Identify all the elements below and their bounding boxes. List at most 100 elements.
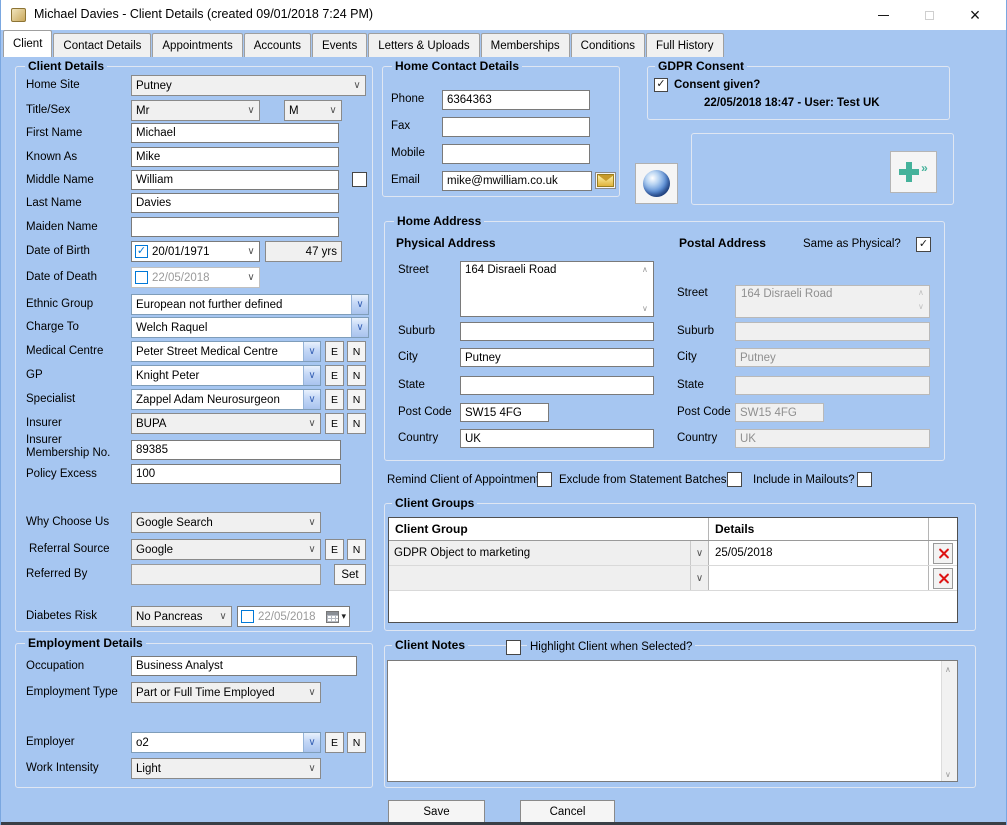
client-group-select[interactable]: ∨ (389, 566, 708, 590)
physical-city-input[interactable] (460, 348, 654, 367)
insurer-label: Insurer (26, 417, 62, 429)
maximize-button[interactable] (906, 0, 952, 30)
tab-letters-uploads[interactable]: Letters & Uploads (368, 33, 479, 57)
why-choose-us-select[interactable]: Google Search∨ (131, 512, 321, 533)
tab-memberships[interactable]: Memberships (481, 33, 570, 57)
fax-input[interactable] (442, 117, 590, 137)
add-membership-button[interactable]: » (890, 151, 937, 193)
client-group-select[interactable]: GDPR Object to marketing ∨ (389, 541, 708, 565)
email-input[interactable] (442, 171, 592, 191)
occupation-input[interactable] (131, 656, 357, 676)
date-of-birth-picker[interactable]: 20/01/1971 ∨ (131, 241, 260, 262)
referred-by-set-button[interactable]: Set (334, 564, 366, 585)
insurer-edit-button[interactable]: E (325, 413, 344, 434)
scroll-up-icon[interactable]: ∧ (945, 666, 951, 674)
charge-to-select[interactable]: Welch Raquel∨ (131, 317, 369, 338)
client-notes-input[interactable] (387, 660, 958, 782)
delete-row-button[interactable] (933, 543, 953, 564)
delete-x-icon (938, 573, 949, 584)
highlight-client-checkbox[interactable] (506, 640, 521, 655)
medical-centre-edit-button[interactable]: E (325, 341, 344, 362)
phone-input[interactable] (442, 90, 590, 110)
cancel-button[interactable]: Cancel (520, 800, 615, 823)
maiden-name-input[interactable] (131, 217, 339, 237)
gp-select[interactable]: Knight Peter∨ (131, 365, 321, 386)
referral-source-edit-button[interactable]: E (325, 539, 344, 560)
tab-full-history[interactable]: Full History (646, 33, 724, 57)
date-of-birth-checkbox[interactable] (135, 245, 148, 258)
same-as-physical-checkbox[interactable] (916, 237, 931, 252)
gp-new-button[interactable]: N (347, 365, 366, 386)
known-as-input[interactable] (131, 147, 339, 167)
insurer-new-button[interactable]: N (347, 413, 366, 434)
tab-accounts[interactable]: Accounts (244, 33, 311, 57)
postal-country-label: Country (677, 432, 717, 444)
employer-edit-button[interactable]: E (325, 732, 344, 753)
title-select[interactable]: Mr∨ (131, 100, 260, 121)
sex-select[interactable]: M∨ (284, 100, 342, 121)
exclude-statements-checkbox[interactable] (727, 472, 742, 487)
specialist-edit-button[interactable]: E (325, 389, 344, 410)
referral-source-new-button[interactable]: N (347, 539, 366, 560)
home-address-title: Home Address (394, 214, 484, 228)
scroll-up-icon[interactable]: ∧ (642, 266, 648, 274)
gp-edit-button[interactable]: E (325, 365, 344, 386)
scroll-down-icon[interactable]: ∨ (945, 771, 951, 779)
exclude-statements-label: Exclude from Statement Batches? (559, 474, 733, 486)
diabetes-risk-select[interactable]: No Pancreas∨ (131, 606, 232, 627)
send-email-button[interactable] (595, 172, 616, 189)
specialist-new-button[interactable]: N (347, 389, 366, 410)
physical-suburb-input[interactable] (460, 322, 654, 341)
chevron-down-icon: ∨ (325, 105, 341, 116)
ethnic-group-select[interactable]: European not further defined∨ (131, 294, 369, 315)
diabetes-risk-date-checkbox[interactable] (241, 610, 254, 623)
date-of-death-checkbox[interactable] (135, 271, 148, 284)
home-site-select[interactable]: Putney∨ (131, 75, 366, 96)
medical-centre-new-button[interactable]: N (347, 341, 366, 362)
tab-appointments[interactable]: Appointments (152, 33, 242, 57)
insurer-select[interactable]: BUPA∨ (131, 413, 321, 434)
consent-given-checkbox[interactable] (654, 78, 668, 92)
employer-select[interactable]: o2∨ (131, 732, 321, 753)
tab-events[interactable]: Events (312, 33, 367, 57)
charge-to-label: Charge To (26, 321, 79, 333)
tab-conditions[interactable]: Conditions (571, 33, 645, 57)
chevron-down-icon: ∨ (690, 541, 708, 565)
physical-state-input[interactable] (460, 376, 654, 395)
web-globe-button[interactable] (635, 163, 678, 204)
delete-row-button[interactable] (933, 568, 953, 589)
save-button[interactable]: Save (388, 800, 485, 823)
include-mailouts-checkbox[interactable] (857, 472, 872, 487)
scroll-down-icon[interactable]: ∨ (642, 305, 648, 313)
remind-appointments-checkbox[interactable] (537, 472, 552, 487)
specialist-select[interactable]: Zappel Adam Neurosurgeon∨ (131, 389, 321, 410)
minimize-button[interactable] (860, 0, 906, 30)
date-of-death-picker[interactable]: 22/05/2018 ∨ (131, 267, 260, 288)
consent-given-label: Consent given? (674, 79, 760, 91)
tab-client[interactable]: Client (3, 30, 52, 57)
work-intensity-select[interactable]: Light∨ (131, 758, 321, 779)
medical-centre-select[interactable]: Peter Street Medical Centre∨ (131, 341, 321, 362)
middle-name-checkbox[interactable] (352, 172, 367, 187)
client-group-details-cell[interactable] (709, 566, 929, 590)
referred-by-input[interactable] (131, 564, 321, 585)
middle-name-input[interactable] (131, 170, 339, 190)
employment-type-select[interactable]: Part or Full Time Employed∨ (131, 682, 321, 703)
tab-contact-details[interactable]: Contact Details (53, 33, 151, 57)
mobile-input[interactable] (442, 144, 590, 164)
diabetes-risk-date-picker[interactable]: 22/05/2018 ▾ (237, 606, 350, 627)
chevron-down-icon: ∨ (303, 390, 320, 409)
notes-scrollbar[interactable] (941, 661, 957, 781)
referral-source-select[interactable]: Google∨ (131, 539, 321, 560)
employer-new-button[interactable]: N (347, 732, 366, 753)
policy-excess-input[interactable] (131, 464, 341, 484)
physical-postcode-input[interactable] (460, 403, 549, 422)
insurer-membership-input[interactable] (131, 440, 341, 460)
last-name-input[interactable] (131, 193, 339, 213)
physical-street-input[interactable]: 164 Disraeli Road (460, 261, 654, 317)
first-name-input[interactable] (131, 123, 339, 143)
client-group-details-cell[interactable]: 25/05/2018 (709, 541, 929, 565)
physical-country-input[interactable] (460, 429, 654, 448)
close-button[interactable] (952, 0, 998, 30)
column-header-client-group: Client Group (389, 518, 709, 540)
